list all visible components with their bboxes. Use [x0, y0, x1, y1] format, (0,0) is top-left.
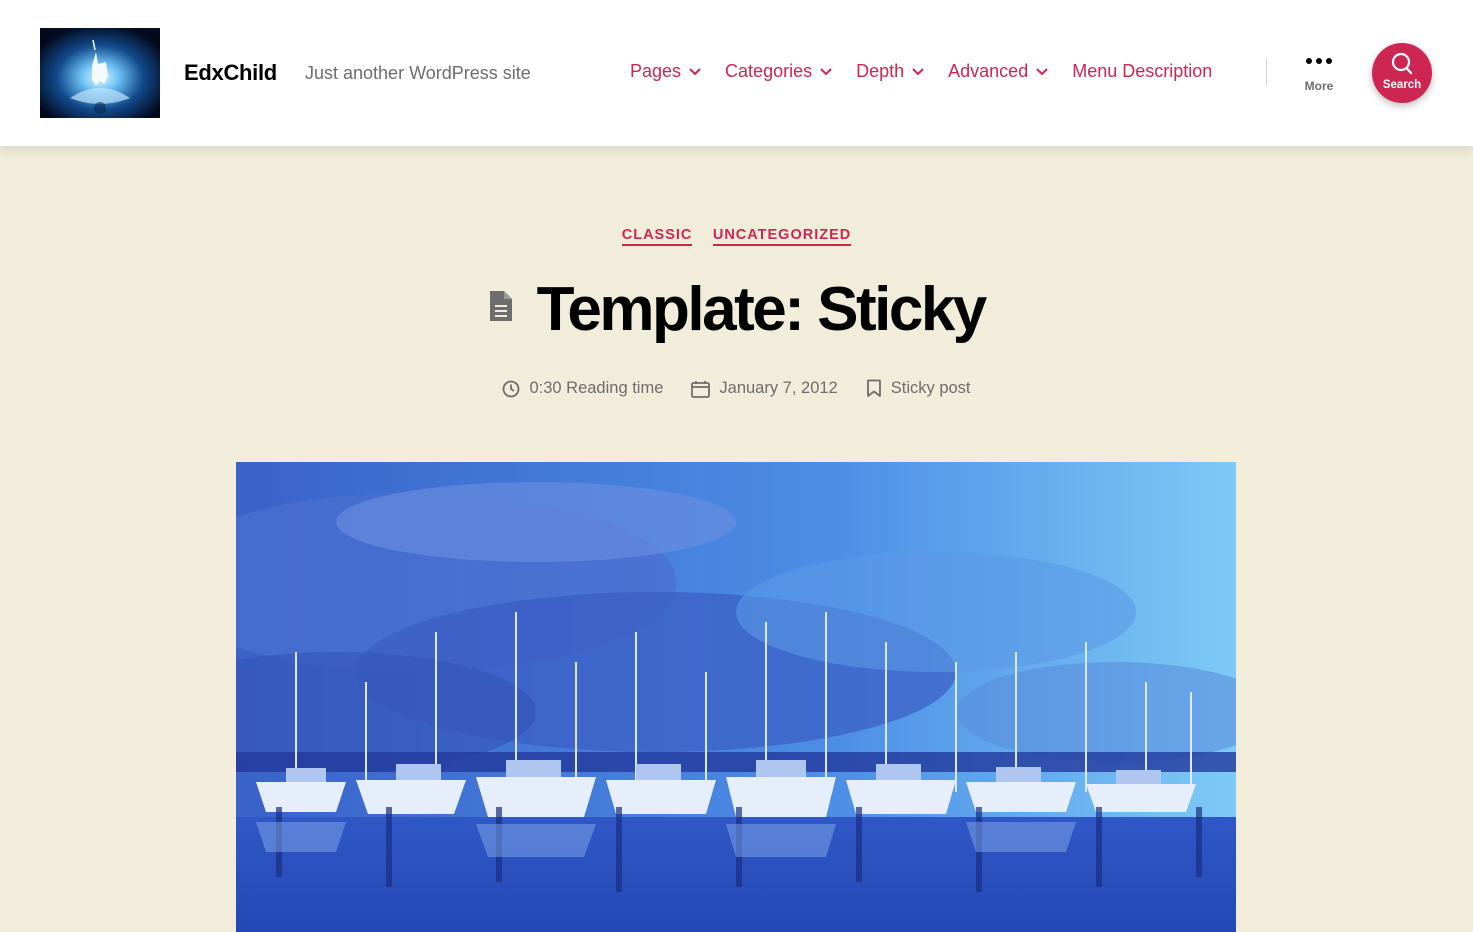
nav-item-label: Depth — [856, 61, 905, 81]
bookmark-icon — [866, 379, 881, 397]
nav-item-menu-description[interactable]: Menu Description — [1072, 61, 1212, 82]
nav-divider — [1266, 58, 1267, 86]
document-icon — [490, 290, 513, 321]
entry-header: Template: Sticky — [0, 274, 1473, 345]
nav-item-depth[interactable]: Depth — [856, 61, 924, 82]
nav-item-pages[interactable]: Pages — [630, 61, 701, 82]
site-logo[interactable] — [40, 28, 160, 118]
marina-boats-image — [236, 462, 1236, 932]
nav-item-categories[interactable]: Categories — [725, 61, 832, 82]
search-button[interactable]: Search — [1372, 43, 1432, 103]
clock-icon — [503, 380, 520, 397]
reading-time: 0:30 Reading time — [502, 379, 663, 398]
featured-image — [236, 462, 1236, 932]
more-menu-button[interactable]: More — [1296, 55, 1342, 100]
post-meta: 0:30 Reading time January 7, 2012 Sticky… — [0, 379, 1473, 398]
category-link-classic[interactable]: CLASSIC — [621, 227, 693, 246]
post-title: Template: Sticky — [536, 275, 988, 344]
site-title[interactable]: EdxChild — [184, 60, 277, 86]
search-label: Search — [1382, 79, 1422, 91]
nav-item-label: Pages — [630, 61, 682, 81]
reading-time-text: 0:30 Reading time — [529, 379, 664, 397]
sticky-text: Sticky post — [890, 379, 971, 397]
site-header: EdxChild Just another WordPress site Pag… — [0, 0, 1473, 146]
nav-item-label: Categories — [725, 61, 813, 81]
post-categories: CLASSIC UNCATEGORIZED — [0, 226, 1473, 246]
chevron-down-icon — [1036, 67, 1048, 75]
post-date: January 7, 2012 — [691, 379, 838, 398]
chevron-down-icon — [820, 67, 832, 75]
nav-item-advanced[interactable]: Advanced — [948, 61, 1048, 82]
sticky-indicator: Sticky post — [866, 379, 971, 398]
post-date-link[interactable]: January 7, 2012 — [719, 379, 837, 398]
chevron-down-icon — [912, 67, 924, 75]
nav-item-label: Menu Description — [1072, 61, 1213, 81]
site-description: Just another WordPress site — [305, 63, 531, 83]
unicorn-logo-image — [40, 28, 160, 118]
chevron-down-icon — [689, 67, 701, 75]
primary-menu: Pages Categories Depth Advanced Menu Des… — [630, 61, 1212, 82]
more-label: More — [1304, 79, 1334, 93]
calendar-icon — [691, 380, 711, 398]
search-icon — [1391, 52, 1413, 75]
more-dots-icon — [1296, 55, 1342, 67]
category-link-uncategorized[interactable]: UNCATEGORIZED — [712, 227, 852, 246]
nav-item-label: Advanced — [948, 61, 1029, 81]
